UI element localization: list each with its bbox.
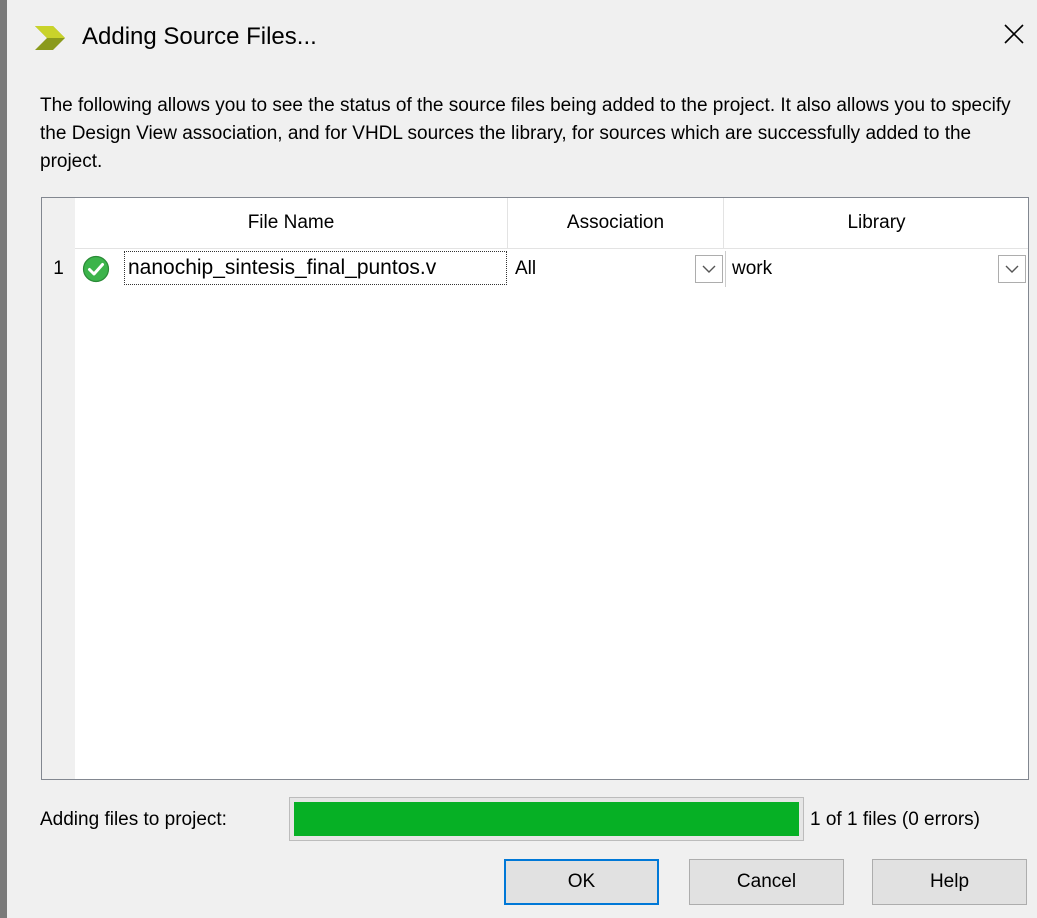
success-check-icon	[82, 255, 110, 283]
column-header-file-name[interactable]: File Name	[75, 198, 508, 248]
close-button[interactable]	[991, 14, 1037, 54]
chevron-down-icon	[1005, 265, 1019, 273]
file-name-cell[interactable]: nanochip_sintesis_final_puntos.v	[124, 251, 507, 285]
progress-status: 1 of 1 files (0 errors)	[810, 809, 980, 830]
progress-bar-fill	[294, 802, 799, 836]
source-files-table: File Name Association Library 1 nanochip…	[41, 197, 1029, 780]
xilinx-chevron-icon	[35, 26, 65, 50]
column-header-library[interactable]: Library	[724, 198, 1028, 248]
title-bar: Adding Source Files...	[7, 0, 1037, 78]
association-value: All	[515, 258, 537, 279]
progress-label: Adding files to project:	[40, 809, 227, 830]
association-dropdown[interactable]: All	[509, 251, 726, 287]
association-dropdown-button[interactable]	[695, 255, 723, 283]
library-dropdown-button[interactable]	[998, 255, 1026, 283]
window-left-edge	[0, 0, 7, 918]
close-icon	[1004, 24, 1024, 44]
help-button[interactable]: Help	[872, 859, 1027, 905]
chevron-down-icon	[702, 265, 716, 273]
cancel-button[interactable]: Cancel	[689, 859, 844, 905]
table-header: File Name Association Library	[75, 198, 1028, 249]
row-number: 1	[53, 258, 64, 279]
adding-source-files-dialog: Adding Source Files... The following all…	[7, 0, 1037, 918]
library-dropdown[interactable]: work	[726, 251, 1028, 287]
column-header-association[interactable]: Association	[508, 198, 724, 248]
window-title: Adding Source Files...	[82, 23, 317, 50]
library-value: work	[732, 258, 773, 279]
progress-bar	[289, 797, 804, 841]
description-text: The following allows you to see the stat…	[40, 95, 1011, 172]
ok-button[interactable]: OK	[504, 859, 659, 905]
table-row[interactable]: 1 nanochip_sintesis_final_puntos.v All w…	[42, 249, 1028, 289]
